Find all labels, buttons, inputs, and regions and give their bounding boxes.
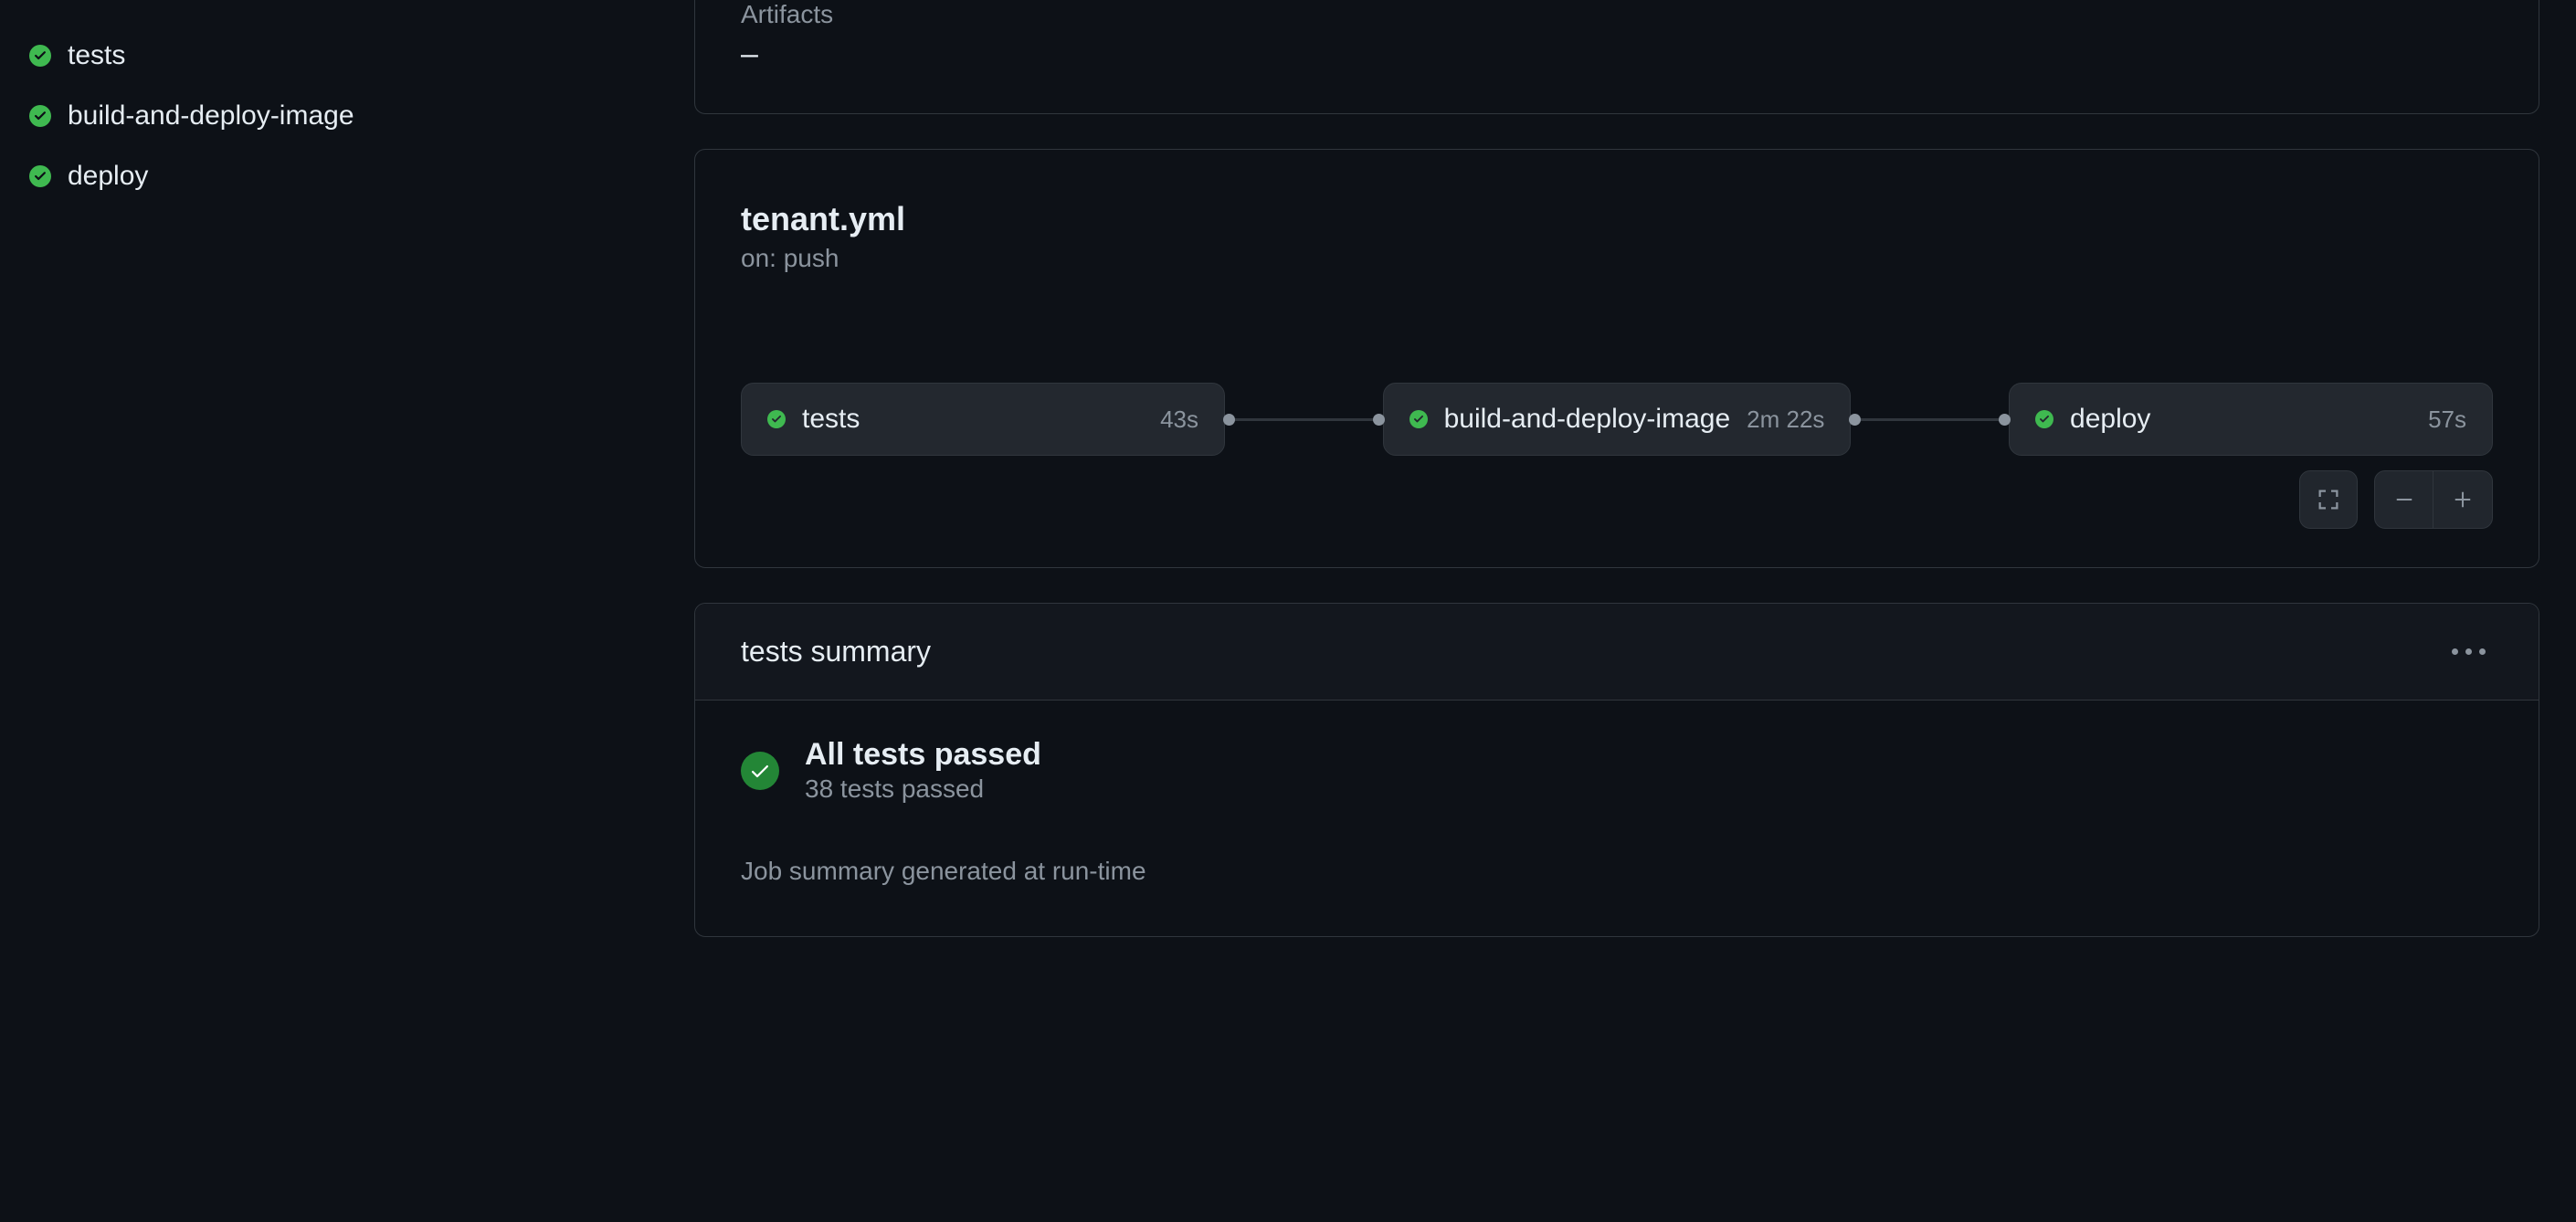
summary-title: tests summary (741, 635, 931, 669)
sidebar-item-build-and-deploy-image[interactable]: build-and-deploy-image (29, 86, 665, 146)
tests-summary-panel: tests summary All tests passed 38 tests … (694, 603, 2539, 937)
job-duration: 2m 22s (1747, 406, 1824, 434)
fullscreen-button[interactable] (2299, 470, 2358, 529)
check-circle-icon (29, 165, 51, 187)
artifacts-label: Artifacts (741, 0, 2493, 29)
workflow-graph[interactable]: tests 43s build-and-deploy-image 2m 22s (741, 383, 2493, 456)
minus-icon (2394, 490, 2414, 510)
check-circle-icon (29, 45, 51, 67)
zoom-in-button[interactable] (2433, 471, 2492, 528)
connector (1225, 418, 1383, 421)
job-node-deploy[interactable]: deploy 57s (2009, 383, 2493, 456)
check-circle-icon (741, 752, 779, 790)
check-circle-icon (767, 410, 786, 428)
summary-subtext: 38 tests passed (805, 774, 1041, 804)
main-content: Artifacts – tenant.yml on: push tests 43… (694, 0, 2576, 1222)
check-circle-icon (1409, 410, 1428, 428)
check-circle-icon (2035, 410, 2053, 428)
sidebar-item-deploy[interactable]: deploy (29, 146, 665, 206)
plus-icon (2453, 490, 2473, 510)
sidebar-item-tests[interactable]: tests (29, 26, 665, 86)
connector (1851, 418, 2009, 421)
summary-menu-button[interactable] (2444, 641, 2493, 662)
sidebar-item-label: build-and-deploy-image (68, 100, 354, 132)
artifacts-panel: Artifacts – (694, 0, 2539, 114)
summary-footer: Job summary generated at run-time (741, 857, 2493, 886)
job-duration: 43s (1160, 406, 1198, 434)
sidebar-item-label: deploy (68, 161, 148, 192)
summary-body: All tests passed 38 tests passed Job sum… (695, 701, 2539, 936)
fullscreen-icon (2317, 489, 2339, 511)
job-name: deploy (2070, 404, 2150, 435)
zoom-pair (2374, 470, 2493, 529)
check-circle-icon (29, 105, 51, 127)
job-name: tests (802, 404, 860, 435)
artifacts-value: – (741, 37, 2493, 72)
workflow-panel: tenant.yml on: push tests 43s (694, 149, 2539, 568)
zoom-out-button[interactable] (2375, 471, 2433, 528)
job-duration: 57s (2428, 406, 2466, 434)
job-node-build-and-deploy-image[interactable]: build-and-deploy-image 2m 22s (1383, 383, 1852, 456)
job-node-tests[interactable]: tests 43s (741, 383, 1225, 456)
job-name: build-and-deploy-image (1444, 404, 1731, 435)
summary-headline: All tests passed (805, 737, 1041, 773)
sidebar-item-label: tests (68, 40, 125, 71)
zoom-controls (2299, 470, 2493, 529)
summary-header: tests summary (695, 604, 2539, 701)
workflow-trigger: on: push (741, 244, 2493, 273)
workflow-title: tenant.yml (741, 200, 2493, 238)
sidebar: tests build-and-deploy-image deploy (0, 0, 694, 1222)
